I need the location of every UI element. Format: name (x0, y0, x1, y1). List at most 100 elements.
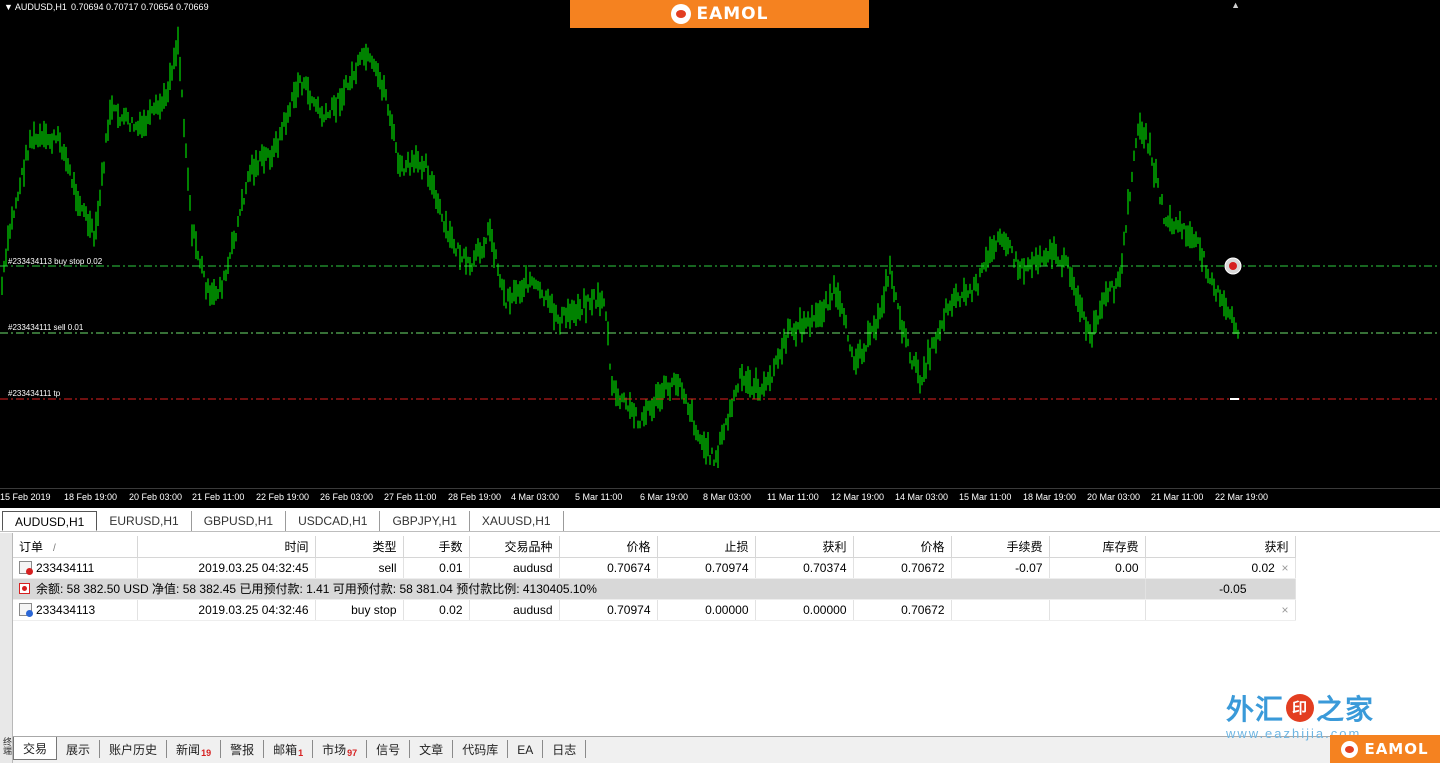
cell-order: 233434113 (13, 599, 138, 621)
col-header-order[interactable]: 订单 / (13, 536, 138, 558)
current-bar-marker (1230, 398, 1239, 400)
col-header-sl[interactable]: 止损 (657, 536, 756, 558)
terminal-side-bar[interactable]: 终端 (0, 533, 13, 763)
chart-tab-xauusd[interactable]: XAUUSD,H1 (470, 511, 564, 531)
cell-profit: × (1145, 599, 1296, 621)
cell-sl[interactable]: 0.00000 (657, 599, 756, 621)
order-line-label-buy-stop: #233434113 buy stop 0.02 (8, 257, 103, 266)
terminal-tab[interactable]: 账户历史 (100, 740, 168, 758)
candlestick-canvas[interactable] (0, 0, 1440, 488)
terminal-tab[interactable]: 邮箱1 (264, 740, 314, 758)
cell-tp[interactable]: 0.00000 (755, 599, 854, 621)
watermark-text-a: 外汇 (1226, 693, 1285, 726)
brand-logo: EAMOL (1341, 740, 1428, 758)
col-header-commission[interactable]: 手续费 (951, 536, 1050, 558)
dropdown-arrow-icon[interactable]: ▼ (4, 2, 13, 12)
time-axis-label: 6 Mar 19:00 (640, 492, 689, 502)
cell-lots: 0.02 (403, 599, 470, 621)
close-order-icon[interactable]: × (1281, 603, 1288, 617)
watermark: 外汇印之家 www.eazhijia.com (1226, 688, 1396, 741)
time-axis-label: 15 Feb 2019 (0, 492, 51, 502)
price-chart[interactable]: ▼ AUDUSD,H1 0.70694 0.70717 0.70654 0.7066… (0, 0, 1440, 508)
terminal-tab[interactable]: 日志 (543, 740, 587, 758)
time-axis-label: 15 Mar 11:00 (959, 492, 1012, 502)
sort-icon: / (53, 542, 56, 554)
terminal-tab-label: 日志 (552, 743, 577, 757)
cell-type: buy stop (315, 599, 404, 621)
time-axis-label: 12 Mar 19:00 (831, 492, 885, 502)
brand-name: EAMOL (1364, 740, 1429, 758)
time-axis-label: 8 Mar 03:00 (703, 492, 752, 502)
close-order-icon[interactable]: × (1281, 561, 1288, 575)
time-axis-label: 4 Mar 03:00 (511, 492, 560, 502)
terminal-tab[interactable]: 交易 (13, 737, 58, 760)
cell-time: 2019.03.25 04:32:45 (137, 557, 316, 579)
time-axis-label: 20 Mar 03:00 (1087, 492, 1141, 502)
cell-order: 233434111 (13, 557, 138, 579)
brand-mark-icon (1341, 740, 1359, 758)
terminal-tab[interactable]: 信号 (367, 740, 411, 758)
table-header-row: 订单 / 时间 类型 手数 交易品种 价格 止损 获利 价格 手续费 库存费 获利 (13, 536, 1296, 558)
chart-tab-usdcad[interactable]: USDCAD,H1 (286, 511, 381, 531)
brand-banner-top: EAMOL (570, 0, 869, 28)
col-header-profit[interactable]: 获利 (1145, 536, 1296, 558)
cell-symbol: audusd (469, 557, 560, 579)
total-profit: -0.05 (1145, 578, 1296, 600)
terminal-tab-badge: 97 (347, 748, 358, 758)
col-header-symbol[interactable]: 交易品种 (469, 536, 560, 558)
terminal-tab-label: 代码库 (462, 743, 499, 757)
cell-swap: 0.00 (1049, 557, 1146, 579)
col-header-type[interactable]: 类型 (315, 536, 404, 558)
time-axis-label: 22 Feb 19:00 (256, 492, 310, 502)
time-axis-label: 27 Feb 11:00 (384, 492, 437, 502)
col-header-lots[interactable]: 手数 (403, 536, 470, 558)
balance-summary-row: 余额: 58 382.50 USD 净值: 58 382.45 已用预付款: 1… (13, 578, 1296, 600)
col-header-time[interactable]: 时间 (137, 536, 316, 558)
terminal-panel: 终端 订单 / 时间 类型 手数 交易品种 价格 止损 获利 价格 手续费 库存费… (0, 533, 1440, 763)
balance-summary: 余额: 58 382.50 USD 净值: 58 382.45 已用预付款: 1… (13, 578, 1146, 600)
trade-table: 订单 / 时间 类型 手数 交易品种 价格 止损 获利 价格 手续费 库存费 获利… (13, 536, 1296, 621)
time-axis-label: 21 Feb 11:00 (192, 492, 245, 502)
col-header-price[interactable]: 价格 (853, 536, 952, 558)
terminal-tab-badge: 1 (298, 748, 304, 758)
chart-tab-gbpusd[interactable]: GBPUSD,H1 (192, 511, 287, 531)
col-header-tp[interactable]: 获利 (755, 536, 854, 558)
price-bars (1, 26, 1239, 468)
col-header-swap[interactable]: 库存费 (1049, 536, 1146, 558)
col-header-open-price[interactable]: 价格 (559, 536, 658, 558)
time-axis-label: 20 Feb 03:00 (129, 492, 183, 502)
watermark-seal-icon: 印 (1286, 694, 1315, 722)
chart-window-tabs: AUDUSD,H1 EURUSD,H1 GBPUSD,H1 USDCAD,H1 … (0, 508, 1440, 532)
chart-tab-gbpjpy[interactable]: GBPJPY,H1 (380, 511, 470, 531)
terminal-tab-label: 市场 (322, 743, 347, 757)
table-row[interactable]: 233434113 2019.03.25 04:32:46 buy stop 0… (13, 599, 1296, 621)
table-row[interactable]: 233434111 2019.03.25 04:32:45 sell 0.01 … (13, 557, 1296, 579)
cell-open-price: 0.70674 (559, 557, 658, 579)
terminal-tab[interactable]: 新闻19 (167, 740, 222, 758)
time-axis-label: 14 Mar 03:00 (895, 492, 949, 502)
terminal-tab[interactable]: 警报 (221, 740, 265, 758)
terminal-tab-label: 账户历史 (109, 743, 158, 757)
cell-sl[interactable]: 0.70974 (657, 557, 756, 579)
sell-order-icon (19, 560, 33, 575)
cell-tp[interactable]: 0.70374 (755, 557, 854, 579)
chart-shift-icon[interactable]: ▲ (1231, 0, 1240, 10)
terminal-tab[interactable]: 展示 (57, 740, 101, 758)
terminal-tab[interactable]: 市场97 (313, 740, 368, 758)
time-axis-label: 26 Feb 03:00 (320, 492, 374, 502)
balance-icon (19, 583, 30, 594)
chart-tab-eurusd[interactable]: EURUSD,H1 (97, 511, 192, 531)
terminal-tab[interactable]: 文章 (410, 740, 454, 758)
time-axis-label: 18 Feb 19:00 (64, 492, 118, 502)
cell-open-price: 0.70974 (559, 599, 658, 621)
brand-mark-icon (670, 4, 691, 24)
time-axis-label: 18 Mar 19:00 (1023, 492, 1077, 502)
time-axis-label: 11 Mar 11:00 (767, 492, 819, 502)
watermark-text-b: 之家 (1316, 693, 1375, 726)
terminal-tab-label: 新闻 (176, 743, 201, 757)
terminal-tab[interactable]: 代码库 (453, 740, 509, 758)
terminal-tab-label: EA (517, 743, 534, 757)
terminal-tab[interactable]: EA (508, 740, 544, 758)
chart-tab-audusd[interactable]: AUDUSD,H1 (2, 511, 98, 531)
order-line-label-tp: #233434111 tp (8, 389, 61, 398)
